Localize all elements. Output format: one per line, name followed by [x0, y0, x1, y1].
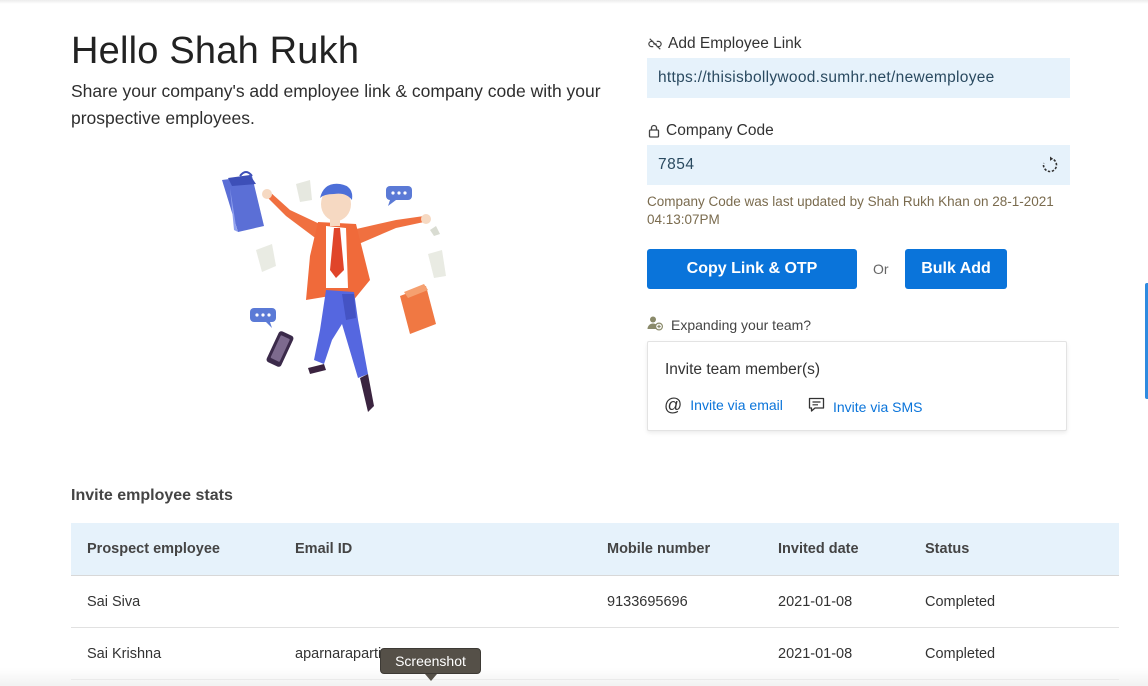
refresh-icon[interactable]	[1041, 156, 1059, 179]
column-header[interactable]: Mobile number	[607, 523, 710, 575]
invite-via-sms-link[interactable]: Invite via SMS	[808, 397, 922, 416]
invited-date-cell: 2021-01-08	[778, 593, 853, 610]
link-field-label: Add Employee Link	[648, 35, 802, 53]
copy-link-otp-button[interactable]: Copy Link & OTP	[647, 249, 857, 289]
at-icon: @	[664, 395, 683, 415]
prospect-name-cell: Sai Siva	[87, 593, 141, 610]
invite-card: Invite team member(s) @ Invite via email…	[647, 341, 1067, 431]
invite-sms-label[interactable]: Invite via SMS	[833, 399, 922, 415]
expanding-team-prompt: Expanding your team?	[647, 315, 811, 334]
chat-bubble-icon	[386, 186, 412, 206]
page-subtitle: Share your company's add employee link &…	[71, 81, 601, 128]
bottom-fade	[0, 668, 1148, 686]
chat-bubble-icon	[250, 308, 276, 328]
column-header[interactable]: Invited date	[778, 523, 859, 575]
message-icon	[808, 397, 825, 416]
mobile-cell: 9133695696	[607, 593, 688, 610]
celebration-illustration	[222, 171, 446, 412]
company-code-value[interactable]: 7854	[658, 156, 694, 174]
shopping-bag-icon	[222, 171, 264, 232]
status-cell: Completed	[925, 593, 996, 610]
company-code-field[interactable]: 7854	[647, 145, 1070, 185]
tooltip-arrow	[425, 674, 437, 681]
column-header[interactable]: Email ID	[295, 523, 352, 575]
code-updated-note: Company Code was last updated by Shah Ru…	[647, 194, 1054, 227]
bulk-add-button[interactable]: Bulk Add	[905, 249, 1007, 289]
add-user-icon	[647, 315, 664, 334]
link-off-icon	[648, 37, 662, 51]
stats-title: Invite employee stats	[71, 487, 233, 504]
column-header[interactable]: Status	[925, 523, 969, 575]
or-separator: Or	[873, 261, 889, 277]
top-shadow	[0, 0, 1148, 4]
phone-icon	[266, 331, 294, 367]
invite-title: Invite team member(s)	[665, 361, 821, 378]
code-field-label: Company Code	[648, 122, 774, 140]
screenshot-tooltip: Screenshot	[380, 648, 481, 674]
employee-link-field[interactable]: https://thisisbollywood.sumhr.net/newemp…	[647, 58, 1070, 98]
lock-icon	[648, 124, 660, 138]
table-row[interactable]: Sai Siva 9133695696 2021-01-08 Completed	[71, 576, 1119, 628]
expanding-team-text: Expanding your team?	[671, 316, 812, 333]
code-label-text: Company Code	[666, 122, 774, 139]
folder-icon	[400, 284, 436, 334]
employee-link-value[interactable]: https://thisisbollywood.sumhr.net/newemp…	[658, 69, 995, 87]
link-label-text: Add Employee Link	[668, 35, 802, 52]
invite-via-email-link[interactable]: @ Invite via email	[664, 395, 783, 415]
invite-email-label[interactable]: Invite via email	[690, 397, 783, 413]
column-header[interactable]: Prospect employee	[87, 523, 220, 575]
table-header: Prospect employee Email ID Mobile number…	[71, 523, 1119, 576]
invite-stats-table: Prospect employee Email ID Mobile number…	[71, 523, 1119, 680]
page-title: Hello Shah Rukh	[71, 30, 360, 72]
